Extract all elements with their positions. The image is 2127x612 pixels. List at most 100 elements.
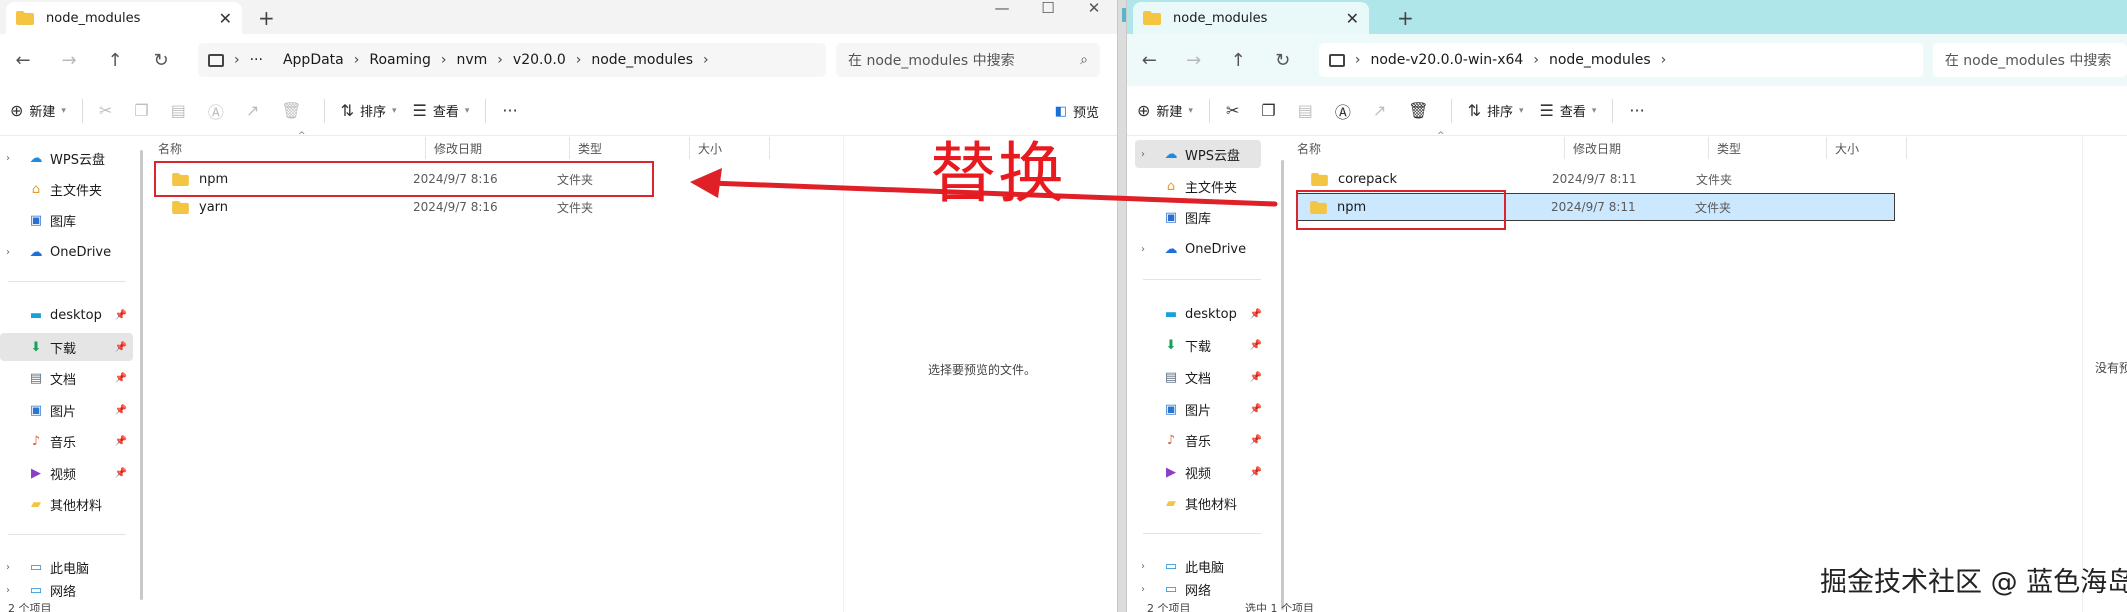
sort-button[interactable]: ⇅ 排序 ▾ xyxy=(1468,101,1524,120)
sidebar-item-home[interactable]: ⌂ 主文件夹 xyxy=(1135,172,1268,200)
sidebar-item-onedrive[interactable]: › ☁ OneDrive xyxy=(0,238,133,266)
back-arrow-icon[interactable]: ← xyxy=(0,50,46,71)
sort-button[interactable]: ⇅ 排序 ▾ xyxy=(341,101,397,120)
back-arrow-icon[interactable]: ← xyxy=(1127,50,1171,71)
share-button[interactable]: ↗ xyxy=(246,101,265,120)
sidebar-item-home[interactable]: ⌂ 主文件夹 xyxy=(0,175,133,203)
new-tab-icon[interactable]: + xyxy=(258,6,275,30)
cut-button[interactable]: ✂ xyxy=(99,101,118,120)
chevron-right-icon[interactable]: › xyxy=(6,585,10,596)
rename-button[interactable]: Ⓐ xyxy=(208,99,230,123)
more-options-button[interactable]: ··· xyxy=(502,101,523,120)
column-header-date[interactable]: 修改日期 xyxy=(426,137,570,159)
sidebar-item-wps-cloud[interactable]: › ☁ WPS云盘 xyxy=(1135,140,1261,168)
delete-button[interactable]: 🗑 xyxy=(1408,101,1434,120)
paste-button[interactable]: ▤ xyxy=(1298,101,1319,120)
sidebar-scrollbar[interactable] xyxy=(1281,160,1284,610)
view-button[interactable]: ☰ 查看 ▾ xyxy=(413,101,470,120)
breadcrumb-more-icon[interactable]: ··· xyxy=(250,52,263,68)
breadcrumb-node-win[interactable]: node-v20.0.0-win-x64 xyxy=(1370,52,1523,68)
file-row-corepack[interactable]: corepack 2024/9/7 8:11 文件夹 xyxy=(1289,165,1909,193)
more-options-button[interactable]: ··· xyxy=(1629,101,1650,120)
breadcrumb-v20[interactable]: v20.0.0 xyxy=(513,52,566,68)
file-row-npm-selected[interactable]: npm 2024/9/7 8:11 文件夹 xyxy=(1297,193,1895,221)
new-button[interactable]: ⊕ 新建 ▾ xyxy=(1137,101,1193,120)
sidebar-item-pictures[interactable]: ▣ 图片 📌 xyxy=(0,396,133,424)
up-arrow-icon[interactable]: ↑ xyxy=(1216,50,1260,71)
sidebar-item-gallery[interactable]: ▣ 图库 xyxy=(0,206,133,234)
sidebar-item-downloads[interactable]: ⬇ 下载 📌 xyxy=(1135,331,1268,359)
sidebar-item-desktop[interactable]: ▬ desktop 📌 xyxy=(1135,300,1268,328)
column-header-date[interactable]: 修改日期 xyxy=(1565,137,1709,159)
chevron-right-icon[interactable]: › xyxy=(1141,584,1145,595)
sidebar-item-this-pc[interactable]: › ▭ 此电脑 xyxy=(1135,552,1268,580)
breadcrumb-appdata[interactable]: AppData xyxy=(283,52,344,68)
file-row-yarn[interactable]: yarn 2024/9/7 8:16 文件夹 xyxy=(150,193,770,221)
chevron-right-icon[interactable]: › xyxy=(1141,244,1145,255)
sidebar-item-pictures[interactable]: ▣ 图片 📌 xyxy=(1135,395,1268,423)
close-window-icon[interactable]: ✕ xyxy=(1071,0,1117,30)
forward-arrow-icon[interactable]: → xyxy=(1171,50,1215,71)
sidebar-item-videos[interactable]: ▶ 视频 📌 xyxy=(1135,458,1268,486)
sidebar-item-wps-cloud[interactable]: › ☁ WPS云盘 xyxy=(0,144,133,172)
sidebar-item-network[interactable]: › ▭ 网络 xyxy=(1135,582,1268,596)
column-header-name[interactable]: 名称 xyxy=(150,137,426,159)
sidebar-item-network[interactable]: › ▭ 网络 xyxy=(0,583,133,597)
share-button[interactable]: ↗ xyxy=(1373,101,1392,120)
sidebar-item-documents[interactable]: ▤ 文档 📌 xyxy=(1135,363,1268,391)
chevron-right-icon[interactable]: › xyxy=(6,247,10,258)
close-tab-icon[interactable]: ✕ xyxy=(219,9,232,28)
chevron-right-icon: › xyxy=(1354,52,1361,68)
sidebar-item-onedrive[interactable]: › ☁ OneDrive xyxy=(1135,235,1268,263)
minimize-icon[interactable]: — xyxy=(979,0,1025,30)
close-tab-icon[interactable]: ✕ xyxy=(1346,9,1359,28)
chevron-right-icon[interactable]: › xyxy=(1141,149,1145,160)
sidebar-item-this-pc[interactable]: › ▭ 此电脑 xyxy=(0,553,133,581)
view-button[interactable]: ☰ 查看 ▾ xyxy=(1540,101,1597,120)
sidebar-scrollbar[interactable] xyxy=(140,150,143,600)
column-header-size[interactable]: 大小 xyxy=(1827,137,1907,159)
column-header-type[interactable]: 类型 xyxy=(1709,137,1827,159)
sidebar-item-videos[interactable]: ▶ 视频 📌 xyxy=(0,459,133,487)
address-bar[interactable]: › node-v20.0.0-win-x64 › node_modules › xyxy=(1318,43,1923,77)
sidebar-item-downloads[interactable]: ⬇ 下载 📌 xyxy=(0,333,133,361)
sidebar-item-documents[interactable]: ▤ 文档 📌 xyxy=(0,364,133,392)
rename-button[interactable]: Ⓐ xyxy=(1335,99,1357,123)
sidebar-item-gallery[interactable]: ▣ 图库 xyxy=(1135,203,1268,231)
search-input[interactable]: 在 node_modules 中搜索 ⌕ xyxy=(836,43,1100,77)
address-bar[interactable]: › ··· AppData › Roaming › nvm › v20.0.0 … xyxy=(198,43,826,77)
breadcrumb-roaming[interactable]: Roaming xyxy=(369,52,431,68)
sidebar-item-other-materials[interactable]: ▰ 其他材料 xyxy=(0,490,133,518)
column-header-type[interactable]: 类型 xyxy=(570,137,690,159)
breadcrumb-nvm[interactable]: nvm xyxy=(457,52,488,68)
file-row-npm[interactable]: npm 2024/9/7 8:16 文件夹 xyxy=(150,165,770,193)
new-tab-icon[interactable]: + xyxy=(1397,6,1414,30)
copy-button[interactable]: ❐ xyxy=(1261,101,1281,120)
sidebar-item-label: desktop xyxy=(50,307,102,323)
chevron-right-icon[interactable]: › xyxy=(1141,561,1145,572)
sidebar-item-other-materials[interactable]: ▰ 其他材料 xyxy=(1135,489,1268,517)
refresh-icon[interactable]: ↻ xyxy=(1260,50,1304,71)
chevron-right-icon[interactable]: › xyxy=(6,153,10,164)
tab-node-modules[interactable]: node_modules ✕ xyxy=(1133,2,1369,34)
paste-button[interactable]: ▤ xyxy=(171,101,192,120)
sidebar-item-desktop[interactable]: ▬ desktop 📌 xyxy=(0,301,133,329)
chevron-right-icon[interactable]: › xyxy=(6,562,10,573)
tab-node-modules[interactable]: node_modules ✕ xyxy=(6,2,242,34)
column-header-name[interactable]: 名称 xyxy=(1289,137,1565,159)
maximize-icon[interactable]: ☐ xyxy=(1025,0,1071,30)
copy-button[interactable]: ❐ xyxy=(134,101,154,120)
breadcrumb-node-modules[interactable]: node_modules xyxy=(1549,52,1651,68)
column-header-size[interactable]: 大小 xyxy=(690,137,770,159)
preview-button[interactable]: ◧ 预览 xyxy=(1055,102,1099,121)
search-input[interactable]: 在 node_modules 中搜索 xyxy=(1932,43,2127,77)
breadcrumb-node-modules[interactable]: node_modules xyxy=(591,52,693,68)
up-arrow-icon[interactable]: ↑ xyxy=(92,50,138,71)
sidebar-item-music[interactable]: ♪ 音乐 📌 xyxy=(1135,426,1268,454)
forward-arrow-icon[interactable]: → xyxy=(46,50,92,71)
sidebar-item-music[interactable]: ♪ 音乐 📌 xyxy=(0,427,133,455)
refresh-icon[interactable]: ↻ xyxy=(138,50,184,71)
new-button[interactable]: ⊕ 新建 ▾ xyxy=(10,101,66,120)
cut-button[interactable]: ✂ xyxy=(1226,101,1245,120)
delete-button[interactable]: 🗑 xyxy=(281,101,307,120)
